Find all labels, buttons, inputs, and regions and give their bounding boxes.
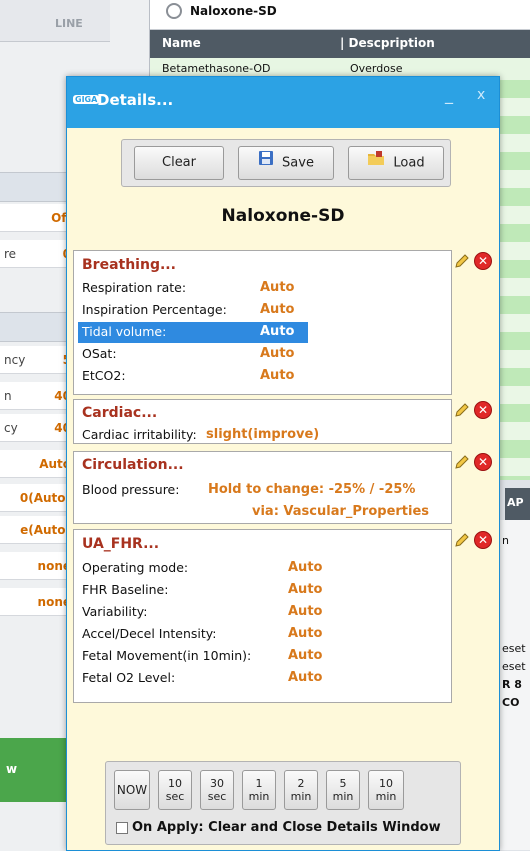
right-list bbox=[500, 80, 530, 480]
details-dialog: GIGA Details... _ x Clear Save Load Nalo… bbox=[66, 76, 500, 851]
line-tab[interactable]: LINE bbox=[0, 0, 110, 42]
toolbar: Clear Save Load bbox=[121, 139, 451, 187]
right-panel: n eset eset R 8 CO bbox=[500, 520, 530, 850]
dialog-titlebar[interactable]: GIGA Details... _ x bbox=[67, 77, 499, 128]
edit-pencil-icon[interactable] bbox=[453, 453, 471, 471]
dialog-title: Details... bbox=[97, 91, 174, 109]
time-button-10sec[interactable]: 10 sec bbox=[158, 770, 192, 810]
search-icon bbox=[166, 3, 182, 19]
app-logo-icon: GIGA bbox=[73, 95, 100, 104]
breathing-section[interactable]: Breathing... Respiration rate: Auto Insp… bbox=[73, 250, 452, 395]
folder-icon bbox=[367, 147, 385, 179]
ua-fhr-section[interactable]: UA_FHR... Operating mode: Auto FHR Basel… bbox=[73, 529, 452, 703]
clear-button[interactable]: Clear bbox=[134, 146, 224, 180]
green-action-button[interactable]: w bbox=[0, 738, 72, 802]
left-row: re0 bbox=[0, 240, 75, 268]
cardiac-section[interactable]: Cardiac... Cardiac irritability: slight(… bbox=[73, 399, 452, 444]
minimize-button[interactable]: _ bbox=[445, 85, 453, 104]
close-button[interactable]: x bbox=[477, 87, 485, 103]
left-row: e(Auto) bbox=[0, 516, 75, 544]
left-row: Auto bbox=[0, 450, 75, 478]
section-title: Circulation... bbox=[82, 457, 184, 473]
time-button-10min[interactable]: 10 min bbox=[368, 770, 404, 810]
load-button[interactable]: Load bbox=[348, 146, 444, 180]
search-bar[interactable]: Naloxone-SD bbox=[150, 0, 530, 30]
apply-close-checkbox[interactable] bbox=[116, 822, 128, 834]
left-row: cy 40 bbox=[0, 414, 75, 442]
delete-icon[interactable]: ✕ bbox=[474, 252, 492, 270]
column-description[interactable]: | Descpription bbox=[340, 36, 435, 50]
left-row: ncy5 bbox=[0, 346, 75, 374]
left-row: 0(Auto) bbox=[0, 484, 75, 512]
delete-icon[interactable]: ✕ bbox=[474, 401, 492, 419]
right-panel-header: AP bbox=[505, 488, 530, 520]
delete-icon[interactable]: ✕ bbox=[474, 453, 492, 471]
time-button-5min[interactable]: 5 min bbox=[326, 770, 360, 810]
left-row: Off bbox=[0, 204, 75, 232]
preset-heading: Naloxone-SD bbox=[221, 206, 345, 226]
time-button-now[interactable]: NOW bbox=[114, 770, 150, 810]
search-input[interactable]: Naloxone-SD bbox=[190, 4, 277, 18]
section-title: Breathing... bbox=[82, 257, 176, 273]
time-button-2min[interactable]: 2 min bbox=[284, 770, 318, 810]
time-button-30sec[interactable]: 30 sec bbox=[200, 770, 234, 810]
edit-pencil-icon[interactable] bbox=[453, 252, 471, 270]
section-title: UA_FHR... bbox=[82, 536, 160, 552]
left-row: n 40 bbox=[0, 382, 75, 410]
apply-close-label[interactable]: On Apply: Clear and Close Details Window bbox=[132, 820, 441, 835]
delete-icon[interactable]: ✕ bbox=[474, 531, 492, 549]
edit-pencil-icon[interactable] bbox=[453, 401, 471, 419]
time-controls: NOW 10 sec 30 sec 1 min 2 min 5 min 10 min On … bbox=[105, 761, 461, 845]
circulation-section[interactable]: Circulation... Blood pressure: Hold to c… bbox=[73, 451, 452, 524]
section-title: Cardiac... bbox=[82, 405, 158, 421]
column-name[interactable]: Name bbox=[162, 36, 201, 50]
floppy-icon bbox=[258, 147, 274, 179]
left-row: none bbox=[0, 552, 75, 580]
edit-pencil-icon[interactable] bbox=[453, 531, 471, 549]
left-row: none bbox=[0, 588, 75, 616]
time-button-1min[interactable]: 1 min bbox=[242, 770, 276, 810]
grid-header: Name | Descpription bbox=[150, 30, 530, 58]
save-button[interactable]: Save bbox=[238, 146, 334, 180]
